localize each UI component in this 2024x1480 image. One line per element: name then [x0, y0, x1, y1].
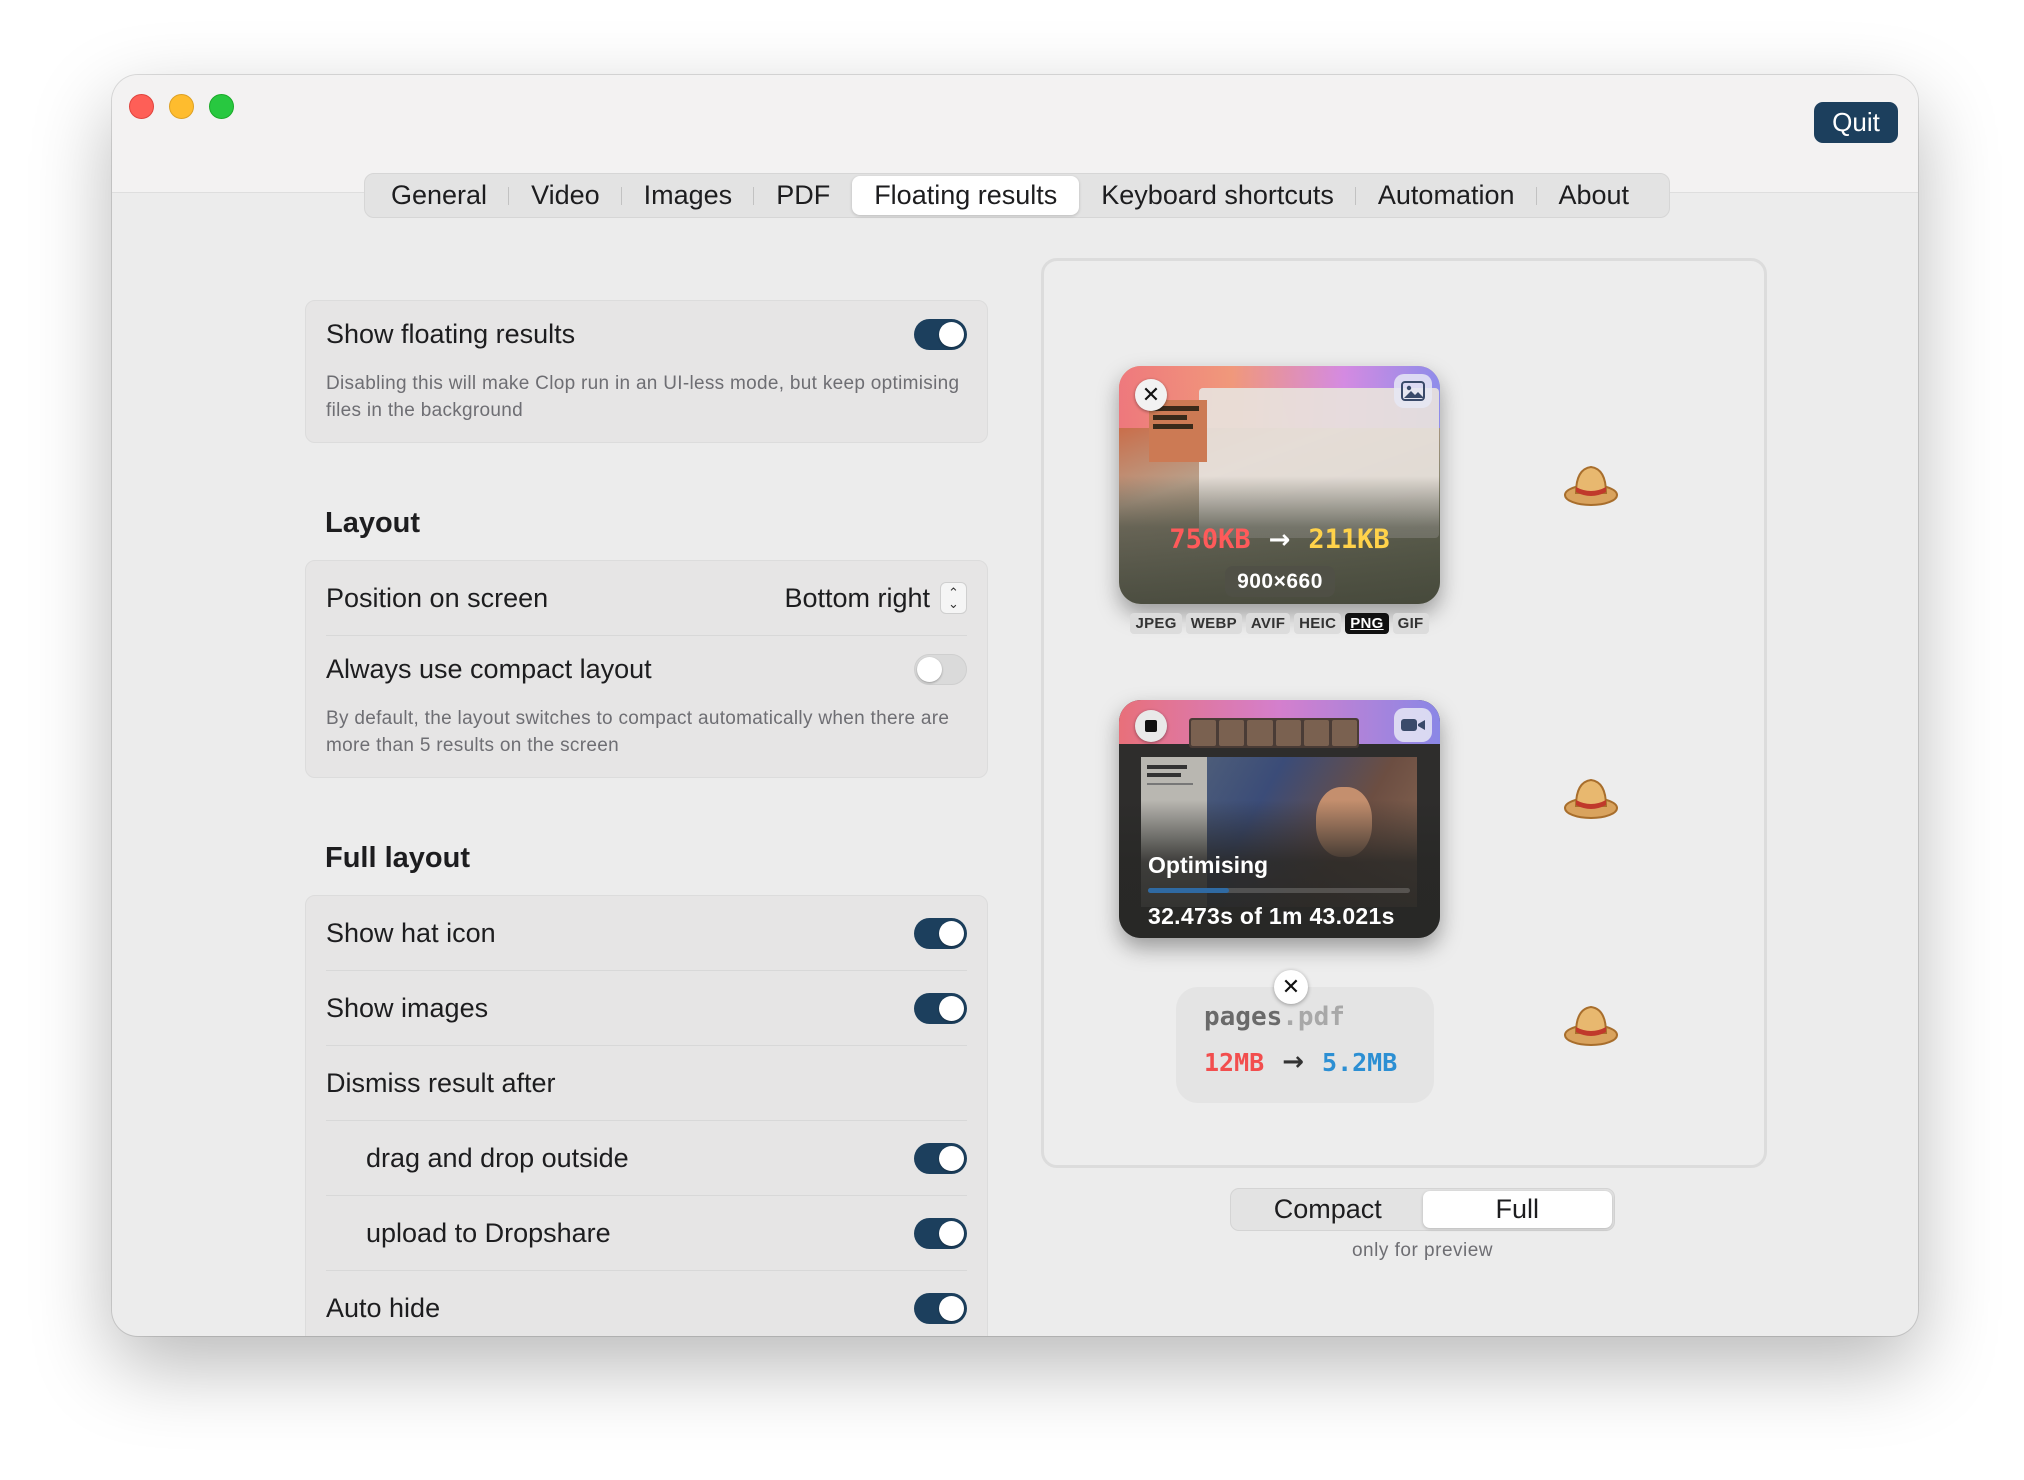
progress-fill: [1148, 888, 1230, 893]
pdf-old-size: 12MB: [1204, 1047, 1265, 1077]
format-heic[interactable]: HEIC: [1294, 613, 1342, 634]
drag-drop-toggle[interactable]: [914, 1142, 967, 1174]
video-result-card[interactable]: Optimising 32.473s of 1m 43.021s: [1119, 700, 1440, 938]
tab-pdf[interactable]: PDF: [754, 176, 852, 215]
show-images-toggle[interactable]: [914, 992, 967, 1024]
drag-drop-row: drag and drop outside: [326, 1121, 967, 1196]
show-floating-description: Disabling this will make Clop run in an …: [326, 373, 960, 421]
position-value: Bottom right: [784, 582, 930, 613]
minimize-window-button[interactable]: [169, 94, 194, 119]
image-result-card[interactable]: ✕ 750KB → 211KB 900×660: [1119, 366, 1440, 604]
upload-label: upload to Dropshare: [366, 1217, 611, 1248]
optimising-time: 32.473s of 1m 43.021s: [1148, 903, 1395, 929]
show-hat-row: Show hat icon: [326, 896, 967, 971]
image-dimensions: 900×660: [1225, 566, 1335, 597]
format-jpeg[interactable]: JPEG: [1130, 613, 1182, 634]
upload-toggle[interactable]: [914, 1217, 967, 1249]
show-hat-label: Show hat icon: [326, 917, 496, 948]
video-camera-icon: [1394, 708, 1432, 742]
close-icon[interactable]: ✕: [1135, 379, 1167, 411]
format-png[interactable]: PNG: [1345, 613, 1389, 634]
optimising-progress-bar: [1148, 888, 1410, 893]
upload-row: upload to Dropshare: [326, 1196, 967, 1271]
hat-icon: [1564, 465, 1618, 506]
chevron-updown-icon: ⌃ ⌄: [940, 582, 967, 614]
auto-hide-toggle[interactable]: [914, 1293, 967, 1324]
compact-row: Always use compact layout By default, th…: [326, 636, 967, 777]
full-layout-section-title: Full layout: [325, 842, 470, 874]
full-layout-group: Show hat icon Show images Dismiss result…: [305, 895, 988, 1336]
photo-icon: [1394, 374, 1432, 408]
image-old-size: 750KB: [1169, 524, 1251, 555]
show-images-row: Show images: [326, 971, 967, 1046]
video-thumbnail-strip: [1189, 718, 1359, 748]
tab-bar: General Video Images PDF Floating result…: [364, 173, 1670, 218]
auto-hide-row: Auto hide: [326, 1271, 967, 1336]
image-size-change: 750KB → 211KB: [1119, 524, 1440, 555]
hat-icon: [1564, 778, 1618, 819]
dismiss-row: Dismiss result after: [326, 1046, 967, 1121]
preview-mode-compact[interactable]: Compact: [1233, 1191, 1423, 1228]
tab-images[interactable]: Images: [622, 176, 755, 215]
close-icon[interactable]: ✕: [1274, 970, 1308, 1004]
quit-button[interactable]: Quit: [1814, 102, 1898, 143]
preview-mode-note: only for preview: [1351, 1240, 1494, 1261]
auto-hide-label: Auto hide: [326, 1293, 441, 1323]
tab-keyboard-shortcuts[interactable]: Keyboard shortcuts: [1079, 176, 1356, 215]
position-label: Position on screen: [326, 582, 549, 613]
tab-floating-results[interactable]: Floating results: [852, 176, 1080, 215]
close-window-button[interactable]: [129, 94, 154, 119]
show-floating-row: Show floating results Disabling this wil…: [326, 301, 967, 442]
layout-group: Position on screen Bottom right ⌃ ⌄ Alway…: [305, 560, 988, 778]
settings-panel: Show floating results Disabling this wil…: [305, 300, 988, 1336]
pdf-filename: pages.pdf: [1204, 1002, 1345, 1032]
compact-toggle[interactable]: [914, 654, 967, 685]
show-floating-toggle[interactable]: [914, 319, 967, 350]
format-gif[interactable]: GIF: [1392, 613, 1429, 634]
show-images-label: Show images: [326, 992, 489, 1023]
dismiss-label: Dismiss result after: [326, 1067, 556, 1098]
image-new-size: 211KB: [1308, 524, 1390, 555]
pdf-size-change: 12MB → 5.2MB: [1204, 1047, 1462, 1077]
compact-label: Always use compact layout: [326, 654, 652, 684]
hat-icon: [1564, 1005, 1618, 1046]
optimising-status: Optimising: [1148, 852, 1269, 878]
tab-video[interactable]: Video: [509, 176, 622, 215]
video-thumbnail-art: [1147, 765, 1193, 791]
position-select[interactable]: Bottom right ⌃ ⌄: [784, 582, 967, 614]
pdf-new-size: 5.2MB: [1322, 1047, 1398, 1077]
format-selector: JPEG WEBP AVIF HEIC PNG GIF: [1119, 613, 1440, 634]
tab-general[interactable]: General: [369, 176, 510, 215]
show-hat-toggle[interactable]: [914, 917, 967, 949]
pdf-result-card[interactable]: pages.pdf 12MB → 5.2MB: [1176, 987, 1434, 1103]
format-avif[interactable]: AVIF: [1245, 613, 1291, 634]
preview-mode-control: Compact Full: [1230, 1188, 1615, 1231]
drag-drop-label: drag and drop outside: [366, 1142, 629, 1173]
stop-icon[interactable]: [1135, 710, 1167, 742]
position-row: Position on screen Bottom right ⌃ ⌄: [326, 561, 967, 636]
zoom-window-button[interactable]: [209, 94, 234, 119]
layout-section-title: Layout: [325, 507, 421, 539]
preview-mode-full[interactable]: Full: [1422, 1191, 1612, 1228]
settings-window: Quit General Video Images PDF Floating r…: [112, 75, 1918, 1336]
show-floating-label: Show floating results: [326, 319, 576, 349]
show-floating-group: Show floating results Disabling this wil…: [305, 300, 988, 443]
format-webp[interactable]: WEBP: [1185, 613, 1242, 634]
compact-description: By default, the layout switches to compa…: [326, 708, 950, 756]
arrow-right-icon: →: [1282, 1047, 1305, 1077]
arrow-right-icon: →: [1268, 524, 1291, 555]
tab-automation[interactable]: Automation: [1356, 176, 1537, 215]
tab-about[interactable]: About: [1537, 176, 1652, 215]
